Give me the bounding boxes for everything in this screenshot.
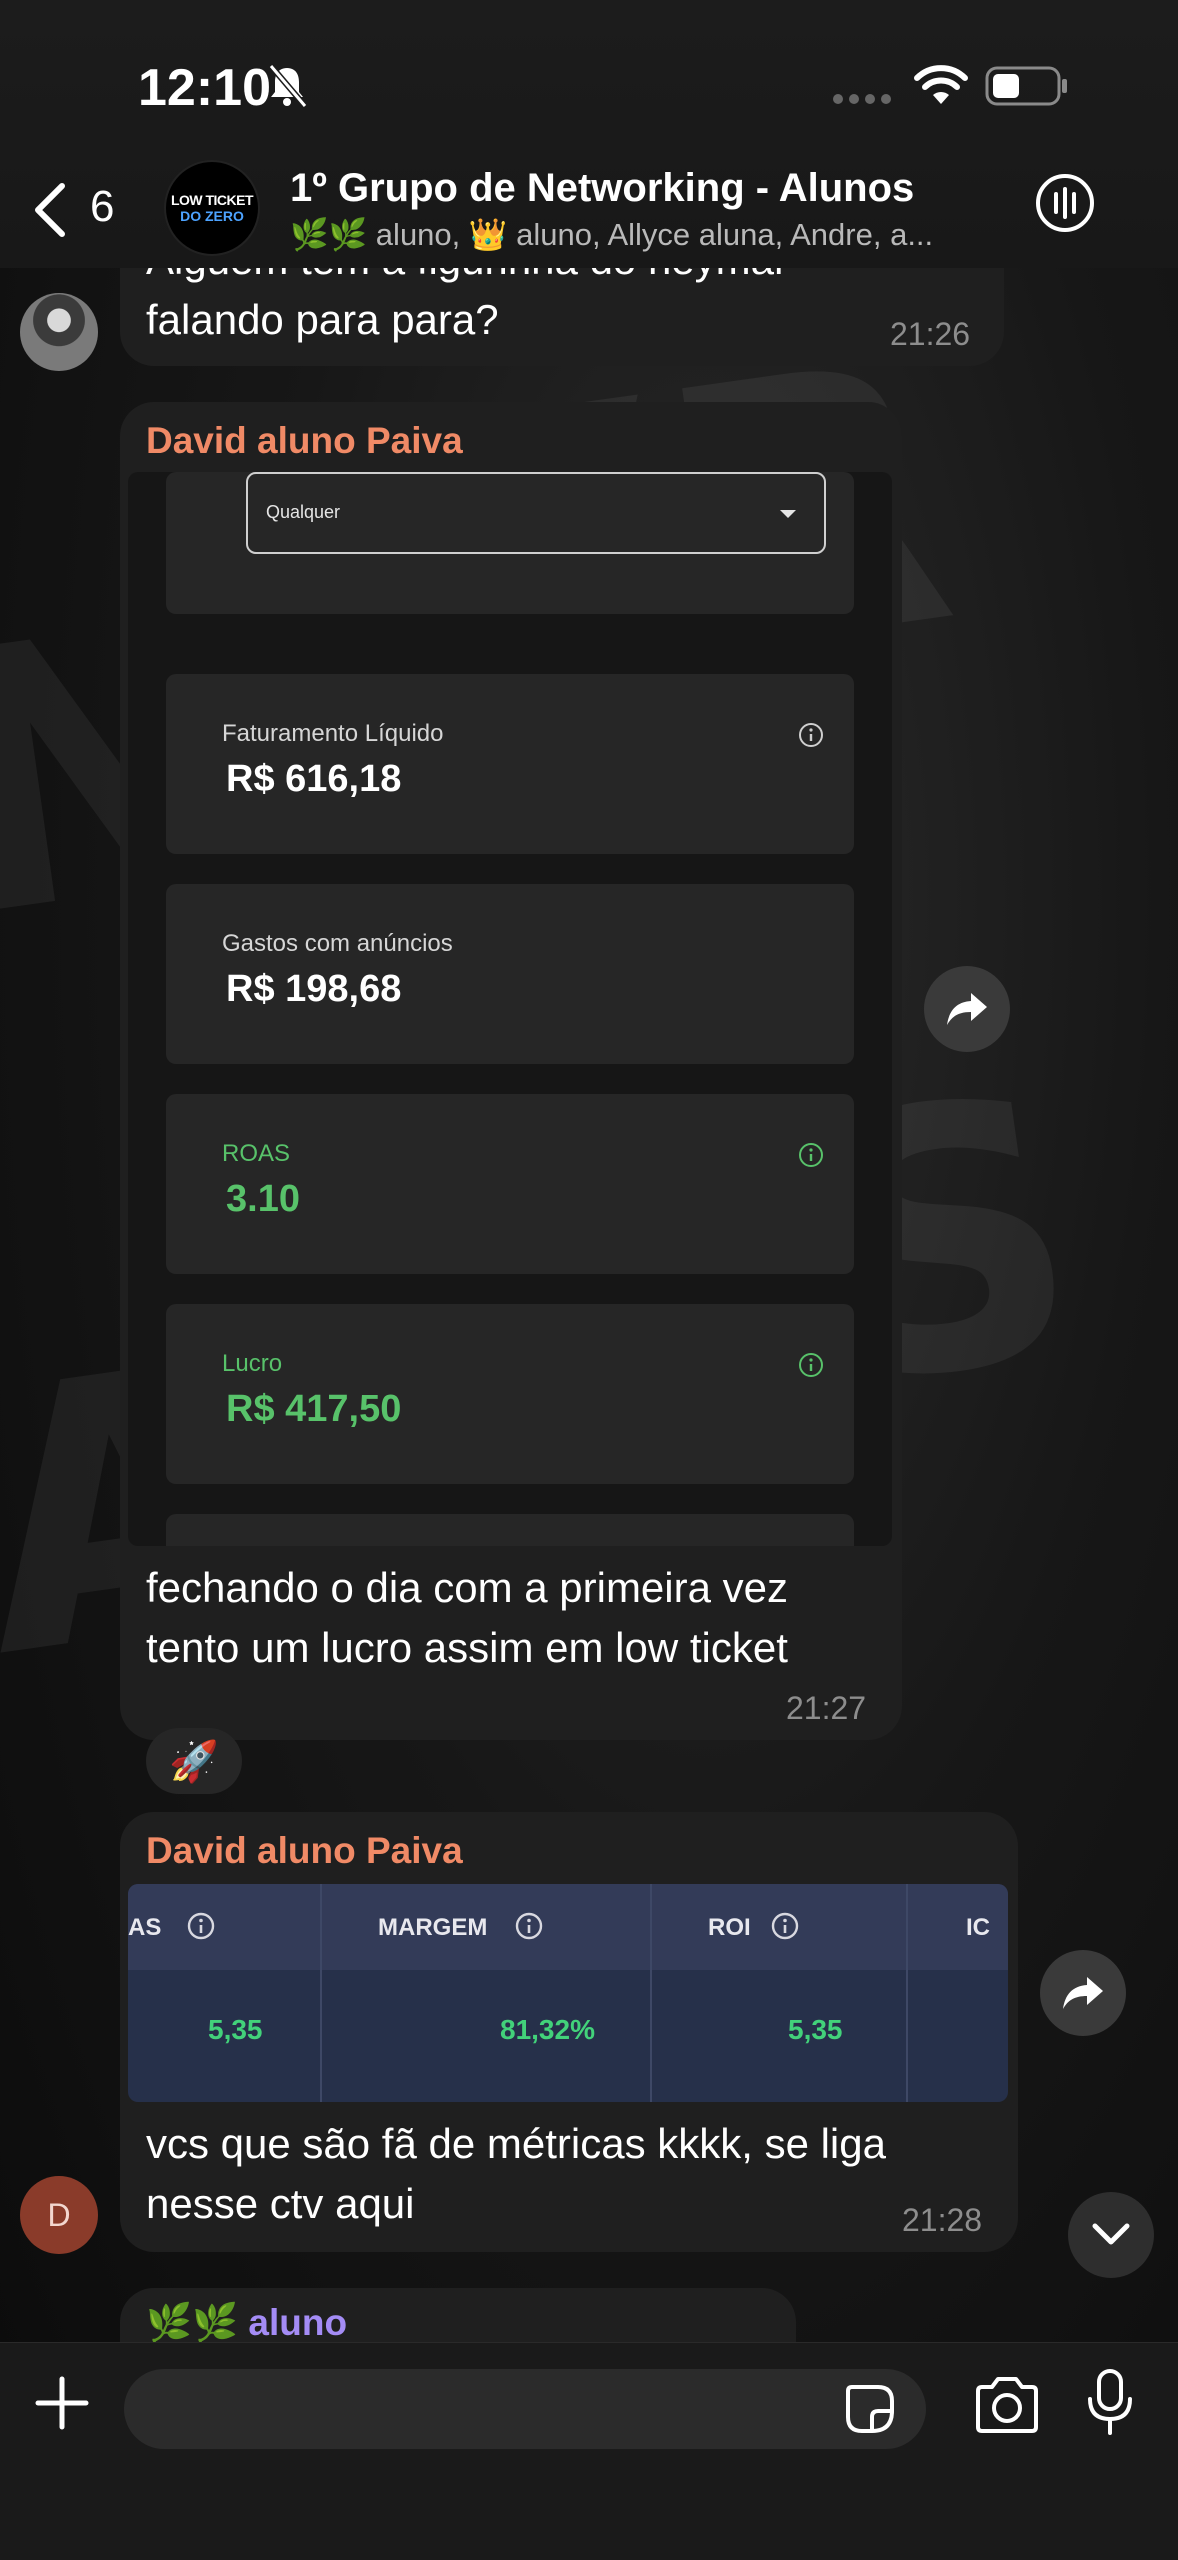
group-title[interactable]: 1º Grupo de Networking - Alunos bbox=[290, 166, 914, 211]
column-header: ROI bbox=[708, 1914, 751, 1941]
message-text: fechando o dia com a primeira vez bbox=[146, 1564, 788, 1611]
sender-name[interactable]: David aluno Paiva bbox=[146, 420, 463, 462]
info-icon bbox=[771, 1912, 799, 1940]
bell-muted-icon bbox=[268, 64, 308, 108]
metric-cell: 5,35 bbox=[208, 2014, 263, 2045]
wifi-icon bbox=[914, 65, 968, 104]
metric-cell: 81,32% bbox=[500, 2014, 595, 2045]
voice-chat-icon[interactable] bbox=[1034, 172, 1096, 234]
metric-label: Gastos com anúncios bbox=[222, 930, 453, 957]
group-avatar-text: DO ZERO bbox=[180, 208, 244, 224]
info-icon bbox=[799, 1353, 823, 1377]
camera-icon[interactable] bbox=[972, 2375, 1042, 2435]
unread-count[interactable]: 6 bbox=[90, 182, 114, 232]
metric-value: R$ 417,50 bbox=[226, 1388, 402, 1430]
metric-cell: 5,35 bbox=[788, 2014, 843, 2045]
message-composer bbox=[0, 2342, 1178, 2560]
group-avatar[interactable]: LOW TICKET DO ZERO bbox=[164, 160, 260, 256]
forward-button[interactable] bbox=[924, 966, 1010, 1052]
caret-down-icon bbox=[780, 510, 796, 518]
sender-name[interactable]: David aluno Paiva bbox=[146, 1830, 463, 1872]
info-icon bbox=[187, 1912, 215, 1940]
column-divider bbox=[650, 1884, 652, 2102]
metric-label: Faturamento Líquido bbox=[222, 720, 444, 747]
avatar[interactable]: D bbox=[20, 2176, 98, 2254]
message-time: 21:26 bbox=[890, 316, 971, 352]
column-divider bbox=[320, 1884, 322, 2102]
back-chevron-icon[interactable] bbox=[28, 180, 72, 240]
metric-value: R$ 198,68 bbox=[226, 968, 402, 1010]
message-text: vcs que são fã de métricas kkkk, se liga bbox=[146, 2120, 886, 2167]
group-avatar-text: LOW TICKET bbox=[170, 192, 254, 208]
sticker-icon[interactable] bbox=[844, 2383, 896, 2435]
dashboard-screenshot[interactable]: Qualquer Faturamento Líquido R$ 616,18 G… bbox=[128, 472, 892, 1546]
info-icon bbox=[799, 1143, 823, 1167]
status-time: 12:10 bbox=[138, 59, 271, 117]
message-time: 21:28 bbox=[902, 2202, 983, 2238]
sender-name[interactable]: 🌿🌿 aluno bbox=[146, 2302, 347, 2345]
avatar[interactable] bbox=[20, 293, 98, 371]
message-time: 21:27 bbox=[786, 1690, 867, 1726]
column-header: AS bbox=[128, 1914, 162, 1941]
metric-card: ROAS 3.10 bbox=[166, 1094, 854, 1274]
metrics-header-row bbox=[128, 1884, 1008, 1970]
scroll-to-bottom-button[interactable] bbox=[1068, 2192, 1154, 2278]
chevron-down-icon bbox=[1092, 2223, 1130, 2245]
message-text: nesse ctv aqui bbox=[146, 2180, 415, 2227]
message-text: tento um lucro assim em low ticket bbox=[146, 1624, 788, 1671]
forward-button[interactable] bbox=[1040, 1950, 1126, 2036]
metric-card: Gastos com anúncios R$ 198,68 bbox=[166, 884, 854, 1064]
metric-value: 3.10 bbox=[226, 1178, 300, 1220]
metric-card: Faturamento Líquido R$ 616,18 bbox=[166, 674, 854, 854]
message-text: falando para para? bbox=[146, 296, 499, 343]
metric-label: ROAS bbox=[222, 1140, 291, 1167]
microphone-icon[interactable] bbox=[1084, 2367, 1136, 2437]
metric-card bbox=[166, 1514, 854, 1546]
info-icon bbox=[799, 723, 823, 747]
attach-plus-icon[interactable] bbox=[32, 2373, 92, 2433]
forward-arrow-icon bbox=[1063, 1977, 1103, 2009]
status-bar: 12:10 bbox=[0, 0, 1178, 160]
period-dropdown: Qualquer bbox=[246, 472, 826, 554]
message-input[interactable] bbox=[124, 2369, 926, 2449]
metric-value: R$ 616,18 bbox=[226, 758, 402, 800]
group-members[interactable]: 🌿🌿 aluno, 👑 aluno, Allyce aluna, Andre, … bbox=[290, 216, 1010, 253]
column-header: MARGEM bbox=[378, 1914, 488, 1941]
column-header: IC bbox=[966, 1914, 990, 1941]
metric-card: Lucro R$ 417,50 bbox=[166, 1304, 854, 1484]
cellular-signal-icon bbox=[833, 94, 891, 104]
reaction-chip[interactable]: 🚀 bbox=[146, 1728, 242, 1794]
battery-icon bbox=[985, 66, 1067, 106]
filter-card: Qualquer bbox=[166, 472, 854, 614]
dropdown-value: Qualquer bbox=[266, 502, 341, 522]
info-icon bbox=[515, 1912, 543, 1940]
metrics-screenshot[interactable]: AS MARGEM ROI IC 5,35 81,32% 5,35 bbox=[128, 1884, 1008, 2102]
forward-arrow-icon bbox=[947, 993, 987, 1025]
chat-header: 6 LOW TICKET DO ZERO 1º Grupo de Network… bbox=[0, 160, 1178, 268]
metric-label: Lucro bbox=[222, 1350, 283, 1377]
column-divider bbox=[906, 1884, 908, 2102]
